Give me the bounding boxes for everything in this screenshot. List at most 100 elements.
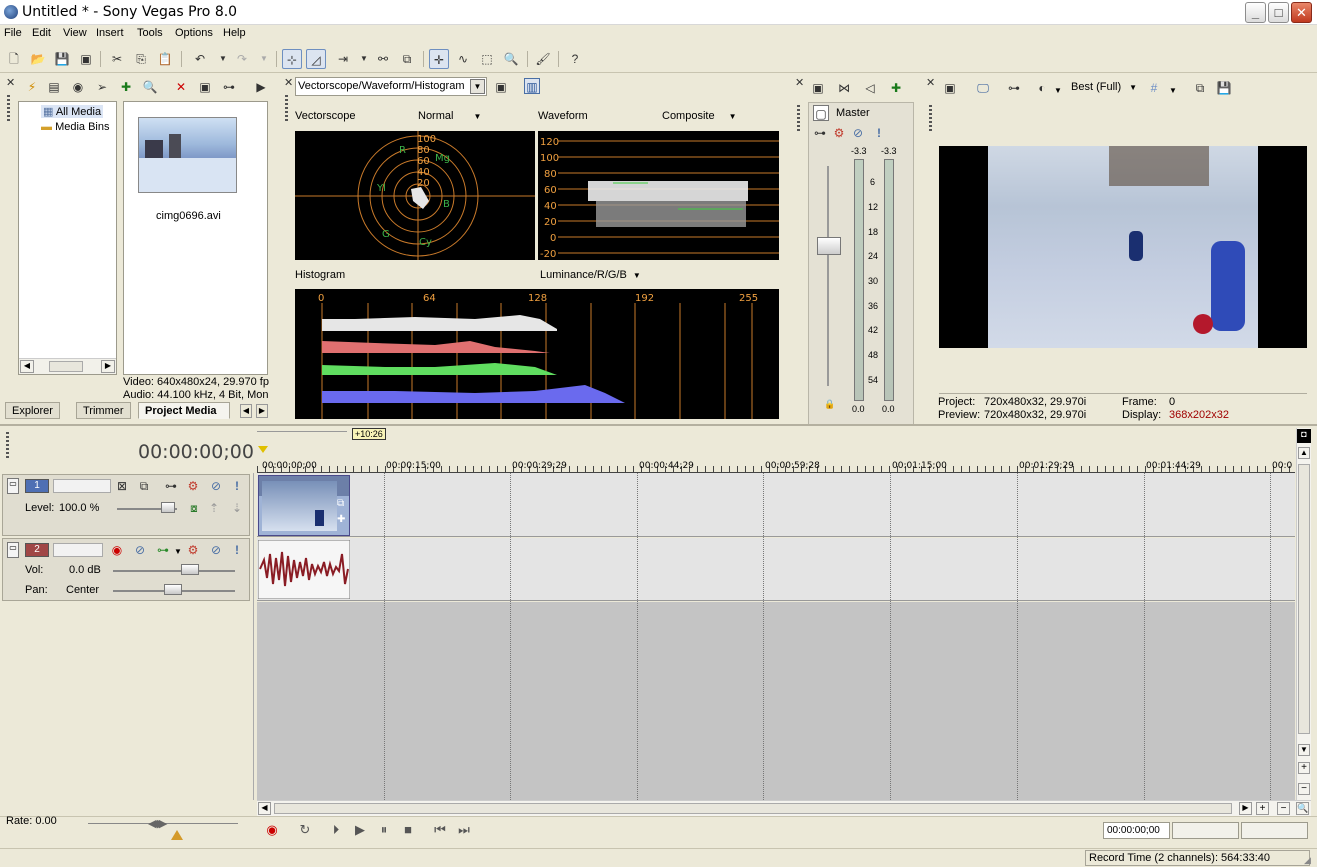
properties-icon[interactable]: ▣ [76,49,96,69]
zoom-out-horizontal-icon[interactable]: − [1277,802,1290,815]
insert-bus-icon[interactable]: ✚ [888,80,904,96]
video-track-fx-icon[interactable]: ⊶ [163,478,179,494]
audio-track-settings-icon[interactable]: ⚙ [185,542,201,558]
audio-track-solo-icon[interactable]: ! [229,542,245,558]
play-icon[interactable]: ▶ [351,821,369,839]
master-grip-icon[interactable] [797,105,800,131]
video-track-header[interactable]: ▭ 1 ⊠ ⧉ ⊶ ⚙ ⊘ ! Level: 100.0 % ⧇ ⇡ ⇣ [2,474,250,536]
compositing-mode-icon[interactable]: ⧇ [186,500,202,516]
video-track-mute-icon[interactable]: ⊠ [114,478,130,494]
track-list-menu-icon[interactable]: ◘ [1297,429,1311,443]
timeline-horizontal-scrollbar[interactable]: ◀ ▶ + − 🔍 [257,800,1311,816]
selection-edit-tool-icon[interactable]: ⬚ [477,49,497,69]
start-preview-icon[interactable]: ▶ [253,79,269,95]
audio-track-name-field[interactable] [53,543,103,557]
preview-grip-icon[interactable] [929,105,932,131]
media-file-name[interactable]: cimg0696.avi [156,210,221,222]
zoom-out-vertical-icon[interactable]: − [1298,783,1310,795]
tree-horizontal-scrollbar[interactable]: ◀ ▶ [19,358,116,374]
tree-item-media-bins[interactable]: ▬ Media Bins [41,121,109,133]
audio-track-minimize-icon[interactable]: ▭ [7,542,19,558]
paste-icon[interactable]: 📋 [155,49,175,69]
selection-start-field[interactable] [1172,822,1239,839]
scroll-right-icon[interactable]: ▶ [101,360,115,373]
tabs-scroll-right-icon[interactable]: ▶ [256,404,268,418]
video-track-mute-toggle-icon[interactable]: ⊘ [208,478,224,494]
timeline-grip-icon[interactable] [6,432,9,458]
ripple-dropdown-icon[interactable]: ▼ [354,49,374,69]
auto-crossfade-icon[interactable]: ◿ [306,49,326,69]
video-track-name-field[interactable] [53,479,111,493]
panel-grip-icon[interactable] [7,95,10,121]
redo-icon[interactable]: ↷ [232,49,252,69]
media-fx-icon[interactable]: ⊶ [221,79,237,95]
scopes-grip-icon[interactable] [285,95,288,121]
remove-unused-media-icon[interactable]: ✚ [118,79,134,95]
audio-track-mute-icon[interactable]: ⊘ [208,542,224,558]
master-solo-icon[interactable]: ! [871,125,887,141]
redo-dropdown-icon[interactable]: ▼ [254,49,274,69]
menu-view[interactable]: View [63,27,87,39]
video-track-solo-icon[interactable]: ! [229,478,245,494]
vol-slider[interactable] [113,570,235,572]
invert-phase-icon[interactable]: ⊘ [132,542,148,558]
preview-properties-icon[interactable]: ▣ [942,80,958,96]
audio-track-header[interactable]: ▭ 2 ◉ ⊘ ⊶ ▼ ⚙ ⊘ ! Vol: 0.0 dB Pan: Cente… [2,538,250,601]
menu-tools[interactable]: Tools [137,27,163,39]
enable-snapping-icon[interactable]: ⊹ [282,49,302,69]
maximize-button[interactable]: □ [1268,2,1289,23]
pause-icon[interactable]: ⏸ [375,821,393,839]
timeline-timecode[interactable]: 00:00:00;00 [138,441,254,463]
external-monitor-icon[interactable]: 🖵 [975,80,991,96]
media-properties-icon[interactable]: ▣ [197,79,213,95]
get-media-web-icon[interactable]: ➢ [94,79,110,95]
hscroll-thumb[interactable] [274,803,1232,814]
copy-icon[interactable]: ⎘ [131,49,151,69]
scopes-close-icon[interactable]: ✕ [284,76,293,89]
master-settings-icon[interactable]: ⚙ [831,125,847,141]
ignore-grouping-icon[interactable]: ⧉ [397,49,417,69]
close-button[interactable]: ✕ [1291,2,1312,23]
make-compositing-parent-icon[interactable]: ⇡ [206,500,222,516]
save-snapshot-icon[interactable]: 💾 [1216,80,1232,96]
resize-grip-icon[interactable]: ◢ [1304,855,1311,866]
minimize-button[interactable]: _ [1245,2,1266,23]
scroll-left-icon[interactable]: ◀ [20,360,34,373]
menu-edit[interactable]: Edit [32,27,51,39]
copy-snapshot-icon[interactable]: ⧉ [1192,80,1208,96]
cut-icon[interactable]: ✂ [107,49,127,69]
video-track-motion-icon[interactable]: ⧉ [136,478,152,494]
overlays-grid-icon[interactable]: # [1146,80,1162,96]
level-slider-thumb[interactable] [161,502,175,513]
master-lock-icon[interactable]: 🔒 [824,399,835,410]
lock-envelopes-icon[interactable]: ⚯ [373,49,393,69]
video-event[interactable]: ⧉ ✚ [258,475,350,536]
video-track-lane[interactable] [257,473,1295,537]
event-fx-icon[interactable]: ⧉ [337,498,344,509]
zoom-tool-icon[interactable]: 🔍 [1296,802,1309,815]
scroll-down-icon[interactable]: ▼ [1298,744,1310,756]
menu-help[interactable]: Help [223,27,246,39]
master-bus-icon[interactable]: ▢ [813,105,829,121]
split-screen-icon[interactable]: ◐ [1034,80,1050,96]
go-to-end-icon[interactable]: ⏭ [455,821,473,839]
audio-track-number[interactable]: 2 [25,543,49,557]
make-compositing-child-icon[interactable]: ⇣ [229,500,245,516]
video-fx-icon[interactable]: ⊶ [1006,80,1022,96]
get-media-from-cd-icon[interactable]: ◉ [70,79,86,95]
undo-icon[interactable]: ↶ [190,49,210,69]
menu-insert[interactable]: Insert [96,27,124,39]
menu-file[interactable]: File [4,27,22,39]
cursor-time-field[interactable]: 00:00:00;00 [1103,822,1170,839]
zoom-in-horizontal-icon[interactable]: + [1256,802,1269,815]
tab-explorer[interactable]: Explorer [5,402,60,419]
master-close-icon[interactable]: ✕ [795,76,804,89]
update-scopes-icon[interactable]: ▥ [524,78,540,94]
delete-icon[interactable]: ✕ [173,79,189,95]
master-fader-thumb[interactable] [817,237,841,255]
scroll-thumb[interactable] [49,361,83,372]
audio-fx-dropdown-icon[interactable]: ▼ [174,547,182,556]
new-file-icon[interactable]: 🗋 [4,49,24,69]
preview-close-icon[interactable]: ✕ [926,76,935,89]
menu-options[interactable]: Options [175,27,213,39]
